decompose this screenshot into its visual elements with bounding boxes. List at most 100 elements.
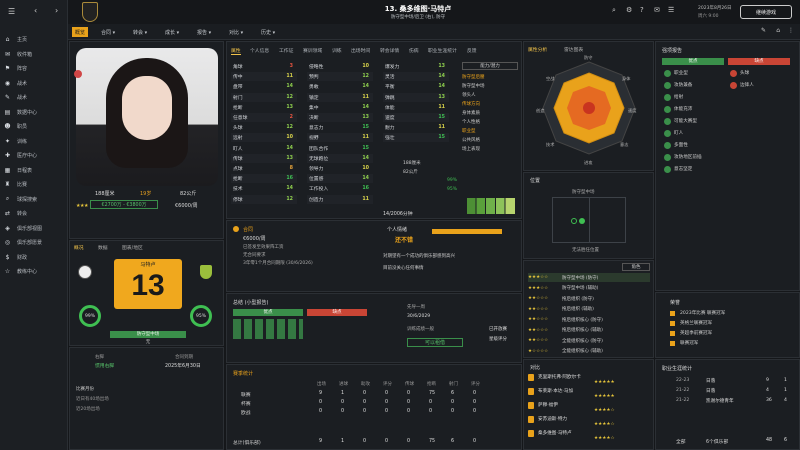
season-cell: 0 [473, 400, 477, 405]
settings-icon[interactable]: ⚙ [626, 6, 632, 14]
attr-tab-7[interactable]: 伤病 [409, 47, 419, 54]
sidebar-item-10[interactable]: ♜ 比赛 [4, 179, 66, 190]
attr-name: 集中 [309, 105, 319, 111]
sidebar-item-1[interactable]: ✉ 收件箱 [4, 49, 66, 60]
search-icon[interactable]: ⌕ [612, 6, 616, 15]
radar-tab-1[interactable]: 雷达图表 [564, 46, 583, 53]
season-row-label: 杯赛 [241, 402, 251, 407]
radar-tab-0[interactable]: 属性分析 [528, 46, 547, 53]
nav-tab-6[interactable]: 历史 ▾ [258, 27, 278, 37]
profile-tab-1[interactable]: 数据 [98, 244, 108, 251]
nav-tab-3[interactable]: 成长 ▾ [162, 27, 182, 37]
club-vision-icon: ◎ [4, 239, 11, 246]
role-label: 拖后组织核心 (辅助) [562, 328, 603, 333]
career-apps: 9 [766, 378, 769, 383]
player-height: 188厘米 [95, 191, 115, 197]
attr-row: 抢断 16 [231, 174, 297, 184]
profile-tab-2[interactable]: 图表/地区 [122, 244, 143, 251]
sidebar-item-15[interactable]: $ 财政 [4, 252, 66, 263]
role-row[interactable]: ★★☆☆☆ 拖后组织 (防守) [528, 294, 650, 303]
sidebar-item-12[interactable]: ⇄ 转会 [4, 208, 66, 219]
role-row[interactable]: ★★☆☆☆ 拖后组织 (辅助) [528, 305, 650, 314]
sidebar-item-4[interactable]: ✎ 战术 [4, 92, 66, 103]
profile-tab-0[interactable]: 概况 [74, 244, 84, 251]
season-header-3: 评分 [383, 382, 392, 387]
attr-name: 弹跳 [385, 95, 395, 101]
more-icon[interactable]: ⋮ [788, 27, 794, 34]
role-row[interactable]: ★★☆☆☆ 拖后组织核心 (辅助) [528, 326, 650, 335]
sidebar-item-6[interactable]: ☻ 职员 [4, 121, 66, 132]
attr-row: 体能 11 [383, 103, 449, 112]
loan-button[interactable]: 可以租借 [407, 338, 463, 347]
menu-icon[interactable]: ☰ [668, 6, 674, 14]
menu-icon[interactable]: ☰ [8, 7, 20, 17]
nav-tab-4[interactable]: 报告 ▾ [194, 27, 214, 37]
pro-label: 可能大赛型 [674, 119, 697, 124]
sidebar-item-0[interactable]: ⌂ 主页 [4, 34, 66, 45]
nav-tab-1[interactable]: 合同 ▾ [98, 27, 118, 37]
sidebar-item-14[interactable]: ◎ 俱乐部愿景 [4, 237, 66, 248]
pro-label: 攻防地区前插 [674, 155, 702, 160]
nav-tab-0[interactable]: 概览 [72, 27, 89, 37]
name-badge: 马特卢 [140, 262, 156, 268]
radar-label-7: 空战 [546, 76, 555, 81]
attr-tab-0[interactable]: 属性 [231, 47, 241, 55]
role-row[interactable]: ★★☆☆☆ 全能组织核心 (防守) [528, 336, 650, 345]
compare-name[interactable]: 安苏迪斯·特力 [538, 416, 567, 422]
roles-panel: 角色 ★★★☆☆ 防守型中场 (防守) ★★★☆☆ 防守型中场 (辅助) ★★☆☆☆ 拖后… [523, 260, 654, 358]
forward-icon[interactable]: › [55, 6, 58, 15]
sidebar-item-3[interactable]: ◉ 战术 [4, 78, 66, 89]
sidebar-item-5[interactable]: ▤ 数据中心 [4, 107, 66, 118]
attr-tab-6[interactable]: 转会详情 [380, 47, 399, 54]
flag-icon [74, 70, 82, 78]
compare-name[interactable]: 桑多维图·马特卢 [538, 430, 572, 436]
morale-ring: 99% [79, 305, 101, 327]
season-title: 赛季统计 [233, 371, 254, 377]
note-0: 比赛月份 [76, 387, 94, 392]
attr-name: 工作投入 [309, 187, 329, 193]
lock-icon[interactable]: ⌂ [776, 27, 780, 34]
role-stars: ★☆☆☆☆ [528, 348, 549, 354]
role-row[interactable]: ★★★☆☆ 防守型中场 (辅助) [528, 284, 650, 293]
role-filter[interactable]: 角色 [622, 263, 650, 271]
compare-stars: ★★★★☆ [594, 422, 615, 427]
role-row[interactable]: ★★☆☆☆ 拖后组织核心 (防守) [528, 315, 650, 324]
pro-icon [664, 106, 671, 113]
attr-tab-1[interactable]: 个人信息 [250, 47, 269, 54]
sidebar-item-11[interactable]: ⌕ 球探搜索 [4, 194, 66, 205]
sidebar-item-16[interactable]: ☆ 教练中心 [4, 266, 66, 277]
contract-icon [233, 226, 239, 232]
sidebar-item-2[interactable]: ⚑ 阵容 [4, 63, 66, 74]
sidebar-item-7[interactable]: ✦ 训练 [4, 136, 66, 147]
attr-tab-8[interactable]: 职业生涯统计 [428, 47, 457, 54]
sidebar-item-9[interactable]: ▦ 日程表 [4, 165, 66, 176]
sidebar-item-8[interactable]: ✚ 医疗中心 [4, 150, 66, 161]
notebook-icon[interactable]: ✎ [761, 27, 766, 34]
attr-tab-5[interactable]: 出场时间 [351, 47, 370, 54]
attr-tab-2[interactable]: 工作证 [279, 47, 293, 54]
pro-label: 意志坚定 [674, 167, 693, 172]
compare-name[interactable]: 克里斯托弗·阿欧尔卡 [538, 374, 581, 380]
scouting-icon: ⌕ [5, 195, 10, 202]
chat-icon[interactable]: ✉ [654, 6, 660, 14]
club-badge[interactable] [82, 2, 98, 22]
attr-value: 14 [438, 74, 445, 80]
continue-button[interactable]: 继续游戏 [740, 5, 792, 19]
compare-name[interactable]: 布莱斯·本达·马加 [538, 388, 573, 394]
sidebar-item-label: 俱乐部视图 [17, 225, 43, 232]
compare-name[interactable]: 萨穆·福伊 [538, 402, 558, 408]
role-row[interactable]: ★☆☆☆☆ 全能组织核心 (辅助) [528, 347, 650, 356]
role-label: 防守型中场 (辅助) [562, 286, 599, 291]
back-icon[interactable]: ‹ [34, 6, 37, 15]
role-row[interactable]: ★★★☆☆ 防守型中场 (防守) [528, 273, 650, 282]
nav-tab-5[interactable]: 对比 ▾ [226, 27, 246, 37]
attr-tab-3[interactable]: 赛训领域 [303, 47, 322, 54]
contract-title: 合同 [243, 227, 254, 233]
attr-tab-4[interactable]: 训练 [332, 47, 342, 54]
attr-value: 13 [286, 104, 293, 110]
attr-tab-9[interactable]: 反馈 [467, 47, 477, 54]
sidebar-item-13[interactable]: ◈ 俱乐部视图 [4, 223, 66, 234]
help-icon[interactable]: ? [640, 6, 644, 14]
compare-stars: ★★★★☆ [594, 436, 615, 441]
nav-tab-2[interactable]: 转会 ▾ [130, 27, 150, 37]
